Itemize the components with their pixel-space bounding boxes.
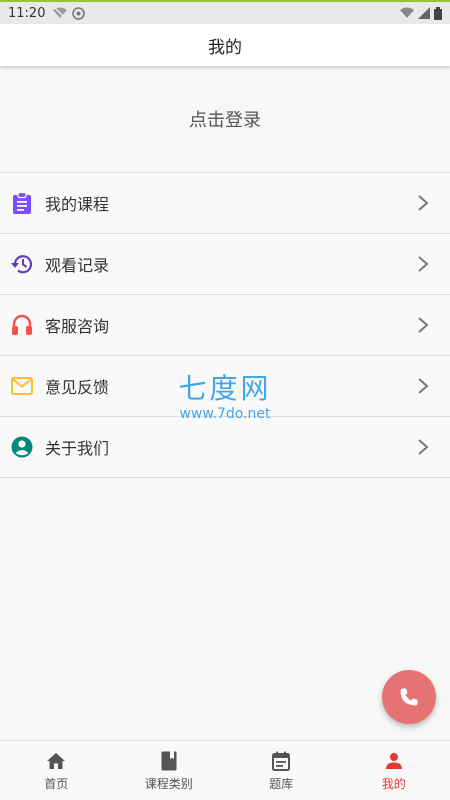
nav-label: 首页 <box>44 776 69 791</box>
menu-label: 观看记录 <box>45 256 110 275</box>
status-time: 11:20 <box>8 5 46 21</box>
chevron-right-icon <box>418 317 429 333</box>
signal-icon <box>418 7 430 19</box>
chevron-right-icon <box>418 195 429 211</box>
chevron-right-icon <box>418 378 429 394</box>
home-icon <box>45 750 67 772</box>
nav-item-mine[interactable]: 我的 <box>338 741 450 800</box>
menu-label: 客服咨询 <box>45 317 110 336</box>
person-icon <box>383 750 405 772</box>
menu-item-watch-history[interactable]: 观看记录 <box>0 234 450 295</box>
clipboard-icon <box>11 192 33 214</box>
nav-label: 题库 <box>269 776 294 791</box>
menu-label: 意见反馈 <box>45 378 110 397</box>
book-icon <box>158 750 180 772</box>
app-bar: 我的 <box>0 24 450 66</box>
nav-label: 课程类别 <box>144 776 193 791</box>
call-fab-button[interactable] <box>382 670 436 724</box>
wifi-off-icon <box>53 7 68 19</box>
mail-icon <box>11 375 33 397</box>
phone-icon <box>400 688 418 706</box>
login-button[interactable]: 点击登录 <box>189 106 261 132</box>
history-icon <box>11 253 33 275</box>
profile-menu: 我的课程 观看记录 客服咨询 意见反馈 关于我们 <box>0 172 450 478</box>
menu-item-about-us[interactable]: 关于我们 <box>0 417 450 478</box>
account-circle-icon <box>11 436 33 458</box>
menu-label: 我的课程 <box>45 195 110 214</box>
sync-icon <box>72 6 86 20</box>
nav-item-course-categories[interactable]: 课程类别 <box>113 741 226 800</box>
menu-item-customer-service[interactable]: 客服咨询 <box>0 295 450 356</box>
nav-label: 我的 <box>381 776 406 791</box>
event-note-icon <box>270 750 292 772</box>
chevron-right-icon <box>418 439 429 455</box>
nav-item-home[interactable]: 首页 <box>0 741 113 800</box>
headset-icon <box>11 314 33 336</box>
login-area[interactable]: 点击登录 <box>0 66 450 172</box>
wifi-icon <box>400 7 414 18</box>
nav-item-question-bank[interactable]: 题库 <box>225 741 338 800</box>
bottom-nav: 首页 课程类别 题库 我的 <box>0 740 450 800</box>
menu-item-feedback[interactable]: 意见反馈 <box>0 356 450 417</box>
status-bar: 11:20 <box>0 0 450 24</box>
menu-label: 关于我们 <box>45 439 110 458</box>
chevron-right-icon <box>418 256 429 272</box>
battery-icon <box>434 6 442 20</box>
menu-item-my-courses[interactable]: 我的课程 <box>0 173 450 234</box>
page-title: 我的 <box>208 37 242 58</box>
